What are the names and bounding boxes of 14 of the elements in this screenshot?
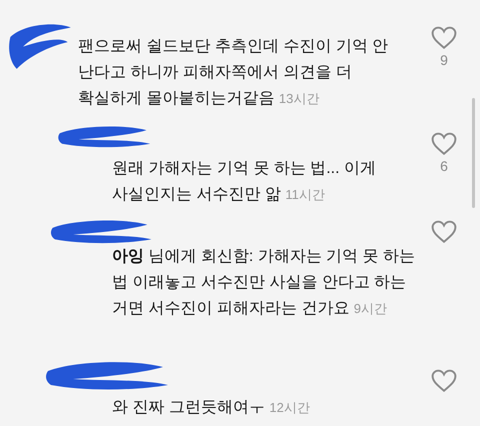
comment-text: 팬으로써 쉴드보단 추측인데 수진이 기억 안 난다고 하니까 피해자쪽에서 의견을 더 확실하게 몰아붙히는거같음 13시간 [78, 37, 390, 109]
comment-time: 13시간 [278, 91, 320, 106]
heart-icon[interactable] [431, 369, 457, 393]
like-count: 6 [440, 158, 448, 174]
heart-icon[interactable] [431, 132, 457, 156]
heart-icon[interactable] [431, 26, 457, 50]
comment-text: 원래 가해자는 기억 못 하는 법... 이게 사실인지는 서수진만 앎 11시간 [112, 159, 378, 205]
like-count: 9 [440, 52, 448, 68]
comment-text: 아잉 님에게 회신함: 가해자는 기억 못 하는 법 이래놓고 서수진만 사실을 안다고 하는 거면 서수진이 피해자라는 건가요 9시간 [112, 247, 416, 319]
comment-time: 12시간 [269, 400, 310, 415]
heart-icon[interactable] [431, 220, 457, 244]
comment-time: 11시간 [285, 187, 325, 202]
comment-time: 9시간 [354, 301, 388, 316]
comment-text: 와 진짜 그런듯해여ㅜ 12시간 [112, 398, 311, 418]
